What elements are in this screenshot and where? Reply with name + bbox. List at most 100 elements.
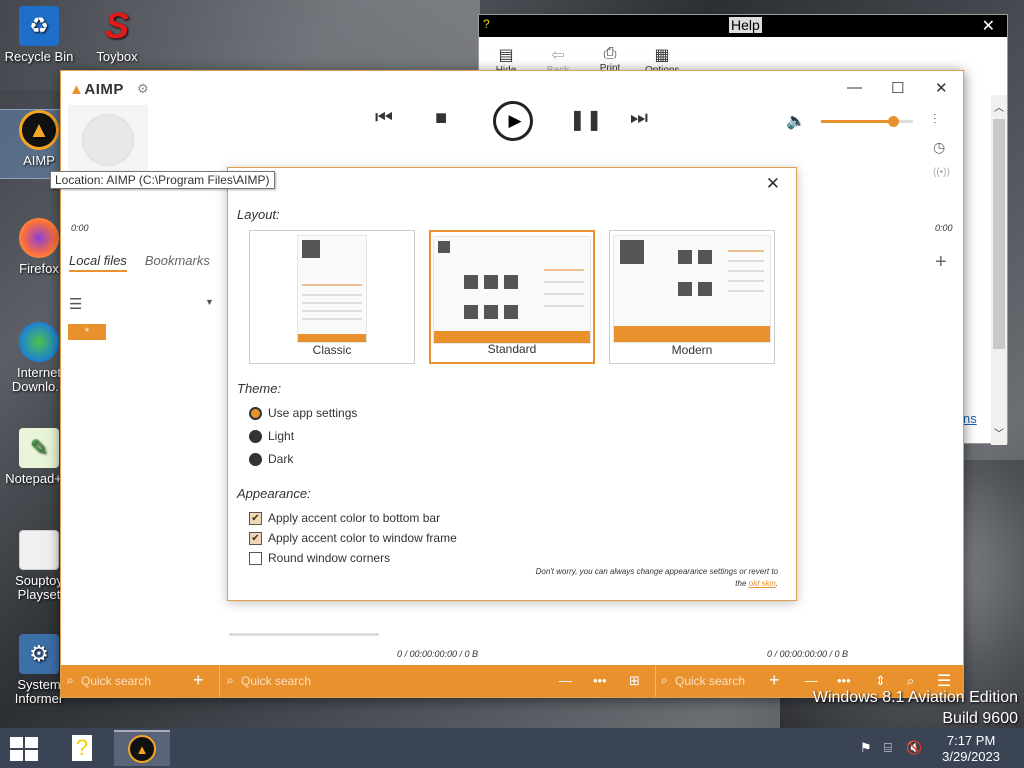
equalizer-icon[interactable]: ⫶ (933, 111, 937, 128)
desktop-icon-label: Firefox (19, 261, 59, 276)
add-icon[interactable]: + (193, 670, 204, 691)
gear-icon[interactable]: ⚙ (137, 81, 149, 97)
dialog-note: Don't worry, you can always change appea… (535, 567, 778, 588)
help-link[interactable]: ns (963, 411, 977, 426)
progress-line (229, 633, 379, 636)
checkbox-round-corners[interactable]: Round window corners (249, 551, 390, 565)
checkbox-checked[interactable]: ✔ (249, 531, 262, 545)
desktop-icon-toybox[interactable]: S Toybox (78, 6, 156, 64)
scroll-up-icon[interactable]: ︿ (994, 99, 1004, 114)
help-scrollbar[interactable]: ︿ ﹀ (991, 95, 1007, 445)
desktop-icon-label: System Informer (14, 677, 64, 706)
help-close-button[interactable]: ✕ (982, 16, 995, 36)
minus-icon[interactable]: — (559, 673, 572, 688)
old-skin-link[interactable]: old skin (749, 579, 776, 588)
network-icon[interactable]: ⌸ (884, 740, 892, 756)
aimp-taskbar-icon: ▲ (128, 735, 156, 763)
menu-icon[interactable]: ☰ (69, 295, 82, 313)
disc-icon (82, 114, 134, 166)
volume-slider[interactable] (821, 116, 913, 127)
classic-preview (297, 235, 367, 343)
minus-icon[interactable]: — (805, 673, 818, 688)
playlist-tag[interactable]: * (68, 324, 106, 340)
theme-option-app[interactable]: Use app settings (249, 406, 357, 420)
layout-label: Classic (312, 343, 352, 357)
close-button[interactable]: ✕ (935, 79, 948, 97)
start-button[interactable] (10, 737, 38, 761)
layout-label: Standard (487, 342, 537, 356)
play-icon: ▶ (508, 111, 522, 130)
layout-card-modern[interactable]: Modern (609, 230, 775, 364)
checkbox-accent-window-frame[interactable]: ✔ Apply accent color to window frame (249, 531, 457, 545)
desktop-icon-recycle-bin[interactable]: ♻ Recycle Bin (0, 6, 78, 64)
album-art (68, 105, 148, 175)
speaker-muted-icon[interactable]: 🔇 (906, 740, 922, 756)
notepad-icon: ✎ (19, 428, 59, 468)
grid-icon[interactable]: ⊞ (629, 673, 640, 689)
radio[interactable] (249, 452, 262, 466)
checkbox-accent-bottom-bar[interactable]: ✔ Apply accent color to bottom bar (249, 511, 440, 525)
search-icon: ⌕ (67, 673, 74, 687)
add-playlist-icon[interactable]: + (935, 251, 947, 274)
quick-search-input-2[interactable]: Quick search (241, 674, 311, 688)
maximize-button[interactable]: ☐ (891, 79, 904, 97)
more-icon[interactable]: ••• (593, 673, 607, 688)
taskbar: ? ▲ ⚑ ⌸ 🔇 7:17 PM 3/29/2023 (0, 728, 1024, 768)
idm-icon (19, 322, 59, 362)
checkbox-checked[interactable]: ✔ (249, 511, 262, 525)
layout-card-standard[interactable]: Standard (429, 230, 595, 364)
flag-icon[interactable]: ⚑ (860, 740, 872, 756)
system-informer-icon: ⚙ (19, 634, 59, 674)
desktop-icon-label: Toybox (96, 49, 138, 64)
divider (219, 665, 220, 697)
hide-icon: ▤ (498, 47, 514, 64)
previous-icon[interactable]: ⏮ (375, 107, 393, 130)
theme-option-light[interactable]: Light (249, 429, 294, 443)
taskbar-aimp-app[interactable]: ▲ (114, 730, 170, 766)
quick-search-input-1[interactable]: Quick search (81, 674, 151, 688)
divider (655, 665, 656, 697)
minimize-button[interactable]: — (847, 79, 862, 96)
appearance-heading: Appearance: (237, 486, 311, 501)
chevron-down-icon[interactable]: ▼ (205, 297, 214, 307)
time-total: 0:00 (935, 223, 953, 233)
dialog-close-icon[interactable]: ✕ (766, 174, 780, 194)
more-icon[interactable]: ••• (837, 673, 851, 688)
clock[interactable]: 7:17 PM 3/29/2023 (942, 733, 1000, 765)
volume-knob[interactable] (887, 116, 899, 127)
pause-icon[interactable]: ❚❚ (569, 107, 603, 132)
layout-label: Modern (671, 343, 713, 357)
stop-icon[interactable]: ■ (435, 107, 447, 130)
play-button[interactable]: ▶ (493, 101, 533, 141)
windows-watermark: Windows 8.1 Aviation Edition Build 9600 (812, 689, 1018, 727)
volume-icon[interactable]: 🔈 (786, 111, 806, 131)
checkbox[interactable] (249, 551, 262, 565)
back-arrow-icon: ⇦ (551, 47, 565, 64)
radio-selected[interactable] (249, 406, 262, 420)
volume-fill (821, 120, 893, 123)
scroll-thumb[interactable] (993, 119, 1005, 349)
layout-card-classic[interactable]: Classic (249, 230, 415, 364)
clock-icon[interactable]: ◷ (933, 139, 945, 156)
playlist-stats-right: 0 / 00:00:00:00 / 0 B (767, 649, 849, 659)
search-icon: ⌕ (227, 673, 234, 687)
help-app-icon: ? (71, 735, 93, 761)
file-icon (19, 530, 59, 570)
tab-local-files[interactable]: Local files (69, 253, 127, 272)
aimp-logo: ▲AIMP (69, 81, 124, 98)
broadcast-icon[interactable]: ((•)) (933, 167, 950, 178)
taskbar-help-app[interactable]: ? (54, 730, 110, 766)
radio[interactable] (249, 429, 262, 443)
playlist-stats-left: 0 / 00:00:00:00 / 0 B (397, 649, 479, 659)
next-icon[interactable]: ⏭ (630, 107, 648, 130)
help-titlebar[interactable]: ? Help ✕ (479, 15, 1007, 37)
print-icon: ⎙ (603, 45, 617, 62)
quick-search-input-3[interactable]: Quick search (675, 674, 745, 688)
help-icon: ? (483, 17, 490, 31)
add-icon[interactable]: + (769, 670, 780, 691)
theme-option-dark[interactable]: Dark (249, 452, 293, 466)
appearance-dialog[interactable]: ✕ Layout: Classic Standard Modern Theme:… (227, 167, 797, 601)
tab-bookmarks[interactable]: Bookmarks (145, 253, 210, 272)
desktop-icon-label: Souptoy Playset (15, 573, 63, 602)
scroll-down-icon[interactable]: ﹀ (994, 425, 1004, 440)
